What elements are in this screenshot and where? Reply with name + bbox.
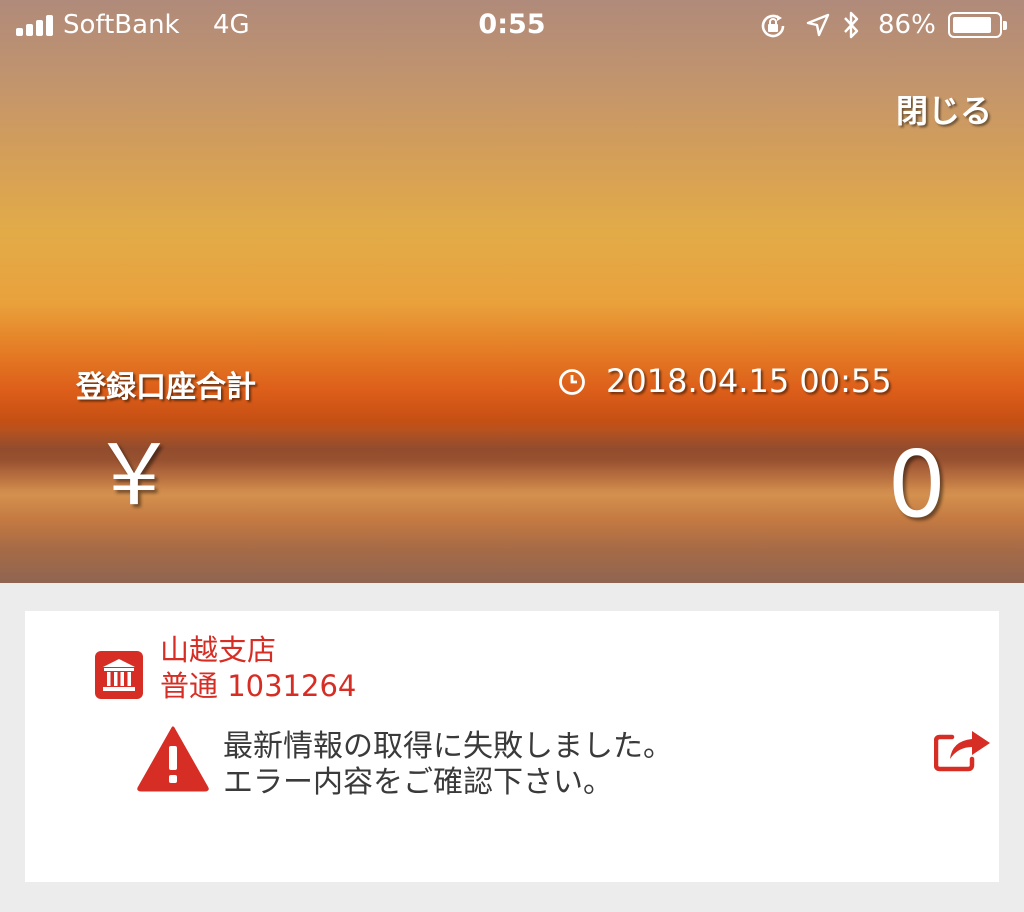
error-line: 最新情報の取得に失敗しました。	[223, 729, 673, 764]
total-label: 登録口座合計	[76, 370, 256, 405]
branch-name: 山越支店	[160, 633, 277, 667]
error-line: エラー内容をご確認下さい。	[223, 765, 613, 800]
currency-symbol: ￥	[92, 426, 177, 524]
share-button[interactable]	[934, 723, 992, 773]
error-message: 最新情報の取得に失敗しました。 エラー内容をご確認下さい。	[223, 729, 673, 801]
account-number: 普通 1031264	[160, 669, 357, 703]
battery-icon	[948, 12, 1007, 38]
timestamp-text: 2018.04.15 00:55	[606, 362, 892, 400]
warning-icon	[137, 726, 209, 792]
status-bar: SoftBank 4G 0:55 86%	[0, 0, 1024, 52]
bank-icon	[95, 651, 143, 699]
account-card[interactable]: 山越支店 普通 1031264 最新情報の取得に失敗しました。 エラー内容をご確…	[25, 611, 999, 882]
total-amount: 0	[887, 431, 946, 538]
updated-timestamp: 2018.04.15 00:55	[558, 362, 892, 400]
battery-percent: 86%	[878, 10, 936, 40]
orientation-lock-icon	[761, 14, 785, 38]
bluetooth-icon	[844, 11, 859, 39]
status-time: 0:55	[478, 9, 546, 40]
location-arrow-icon	[806, 13, 830, 37]
clock-icon	[559, 369, 585, 395]
close-button[interactable]: 閉じる	[896, 86, 992, 132]
